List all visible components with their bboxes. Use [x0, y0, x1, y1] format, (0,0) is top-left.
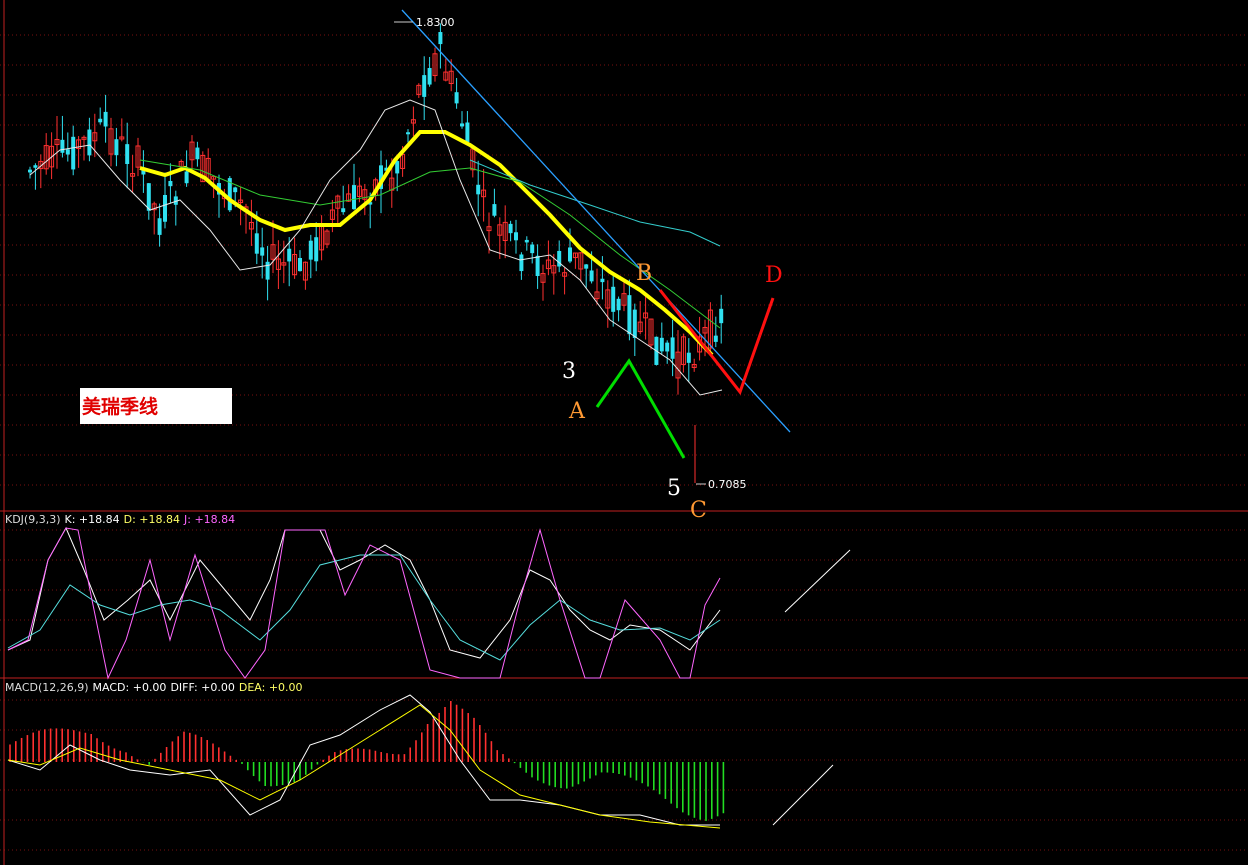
low-price-label: 0.7085 [708, 478, 747, 491]
kdj-d-label: D: +18.84 [123, 513, 181, 526]
candle-body [71, 136, 76, 170]
ma-white-line [29, 99, 723, 396]
candle-body [627, 295, 632, 335]
candle-body [265, 261, 270, 280]
candle-body [665, 342, 670, 352]
kdj-d-line [7, 554, 721, 661]
candle-body [60, 139, 65, 153]
candle-body [611, 286, 616, 312]
candle-body [460, 123, 464, 127]
moving-averages [29, 99, 723, 396]
stock-chart: 3 A B 5C D 1.8300 0.7085 [0, 0, 1248, 865]
kdj-header: KDJ(9,3,3) K: +18.84 D: +18.84 J: +18.84 [5, 513, 239, 526]
wave-label: B [636, 261, 652, 286]
candle-body [600, 278, 605, 283]
candle-body [287, 248, 292, 262]
kdj-k-label: K: +18.84 [64, 513, 120, 526]
candle-body [454, 92, 459, 104]
candle-body [314, 237, 319, 262]
kdj-projection [784, 549, 851, 613]
candle-body [535, 255, 540, 277]
candle-body [65, 149, 70, 155]
candle-body [476, 184, 481, 195]
wave-label: C [690, 498, 707, 523]
candle-body [659, 337, 664, 352]
trend-line [401, 9, 791, 433]
grid-lines [0, 0, 1248, 865]
candle-body [713, 335, 718, 342]
macd-bars-lines [7, 694, 834, 829]
candle-body [87, 129, 92, 156]
candle-body [632, 309, 637, 338]
candle-body [422, 75, 427, 97]
candle-body [438, 32, 443, 45]
kdj-j-label: J: +18.84 [184, 513, 236, 526]
candle-body [195, 147, 200, 160]
candle-body [492, 204, 497, 216]
kdj-j-line [7, 527, 721, 680]
wave-green-line [595, 358, 686, 459]
macd-value-label: MACD: +0.00 [92, 681, 167, 694]
macd-diff-label: DIFF: +0.00 [170, 681, 235, 694]
kdj-lines [7, 526, 851, 680]
candle-body [406, 132, 410, 135]
candlesticks [28, 23, 724, 395]
macd-header: MACD(12,26,9) MACD: +0.00 DIFF: +0.00 DEA: … [5, 681, 307, 694]
candle-body [686, 352, 691, 363]
candle-body [28, 169, 32, 173]
candle-body [341, 208, 346, 213]
candle-body [163, 195, 167, 222]
candle-body [146, 183, 151, 211]
candle-body [568, 247, 572, 262]
candle-body [465, 122, 470, 142]
candle-body [427, 67, 432, 85]
candle-body [98, 118, 103, 123]
ma-yellow-line [139, 130, 714, 357]
candle-body [260, 247, 265, 256]
candle-body [508, 223, 513, 234]
candle-body [298, 258, 302, 272]
candle-body [157, 218, 162, 235]
kdj-k-line [7, 526, 721, 659]
wave-label: D [765, 263, 783, 288]
high-price-label: 1.8300 [416, 16, 455, 29]
candle-body [519, 254, 524, 272]
candle-body [514, 232, 518, 241]
candle-body [125, 144, 130, 164]
macd-projection [772, 764, 834, 826]
candle-body [184, 171, 189, 184]
candle-body [670, 337, 675, 359]
candle-body [308, 240, 313, 260]
candle-body [589, 270, 594, 282]
candle-body [254, 233, 259, 254]
candle-body [352, 185, 356, 210]
candle-body [584, 264, 589, 269]
wave-label: 5 [667, 476, 681, 501]
candle-body [395, 161, 400, 174]
candle-body [33, 165, 38, 168]
candle-body [719, 308, 724, 324]
macd-dea-label: DEA: +0.00 [238, 681, 303, 694]
candle-body [524, 239, 529, 243]
chart-title: 美瑞季线 [82, 396, 159, 418]
candle-body [530, 244, 535, 254]
wave-label: A [568, 399, 586, 424]
kdj-name: KDJ(9,3,3) [5, 513, 61, 526]
wave-label: 3 [562, 359, 576, 384]
candle-body [103, 111, 108, 127]
macd-name: MACD(12,26,9) [5, 681, 89, 694]
title-box: 美瑞季线 [80, 388, 232, 424]
candle-body [616, 298, 621, 311]
candle-body [114, 139, 119, 156]
candle-body [168, 180, 173, 187]
candle-body [233, 187, 238, 193]
